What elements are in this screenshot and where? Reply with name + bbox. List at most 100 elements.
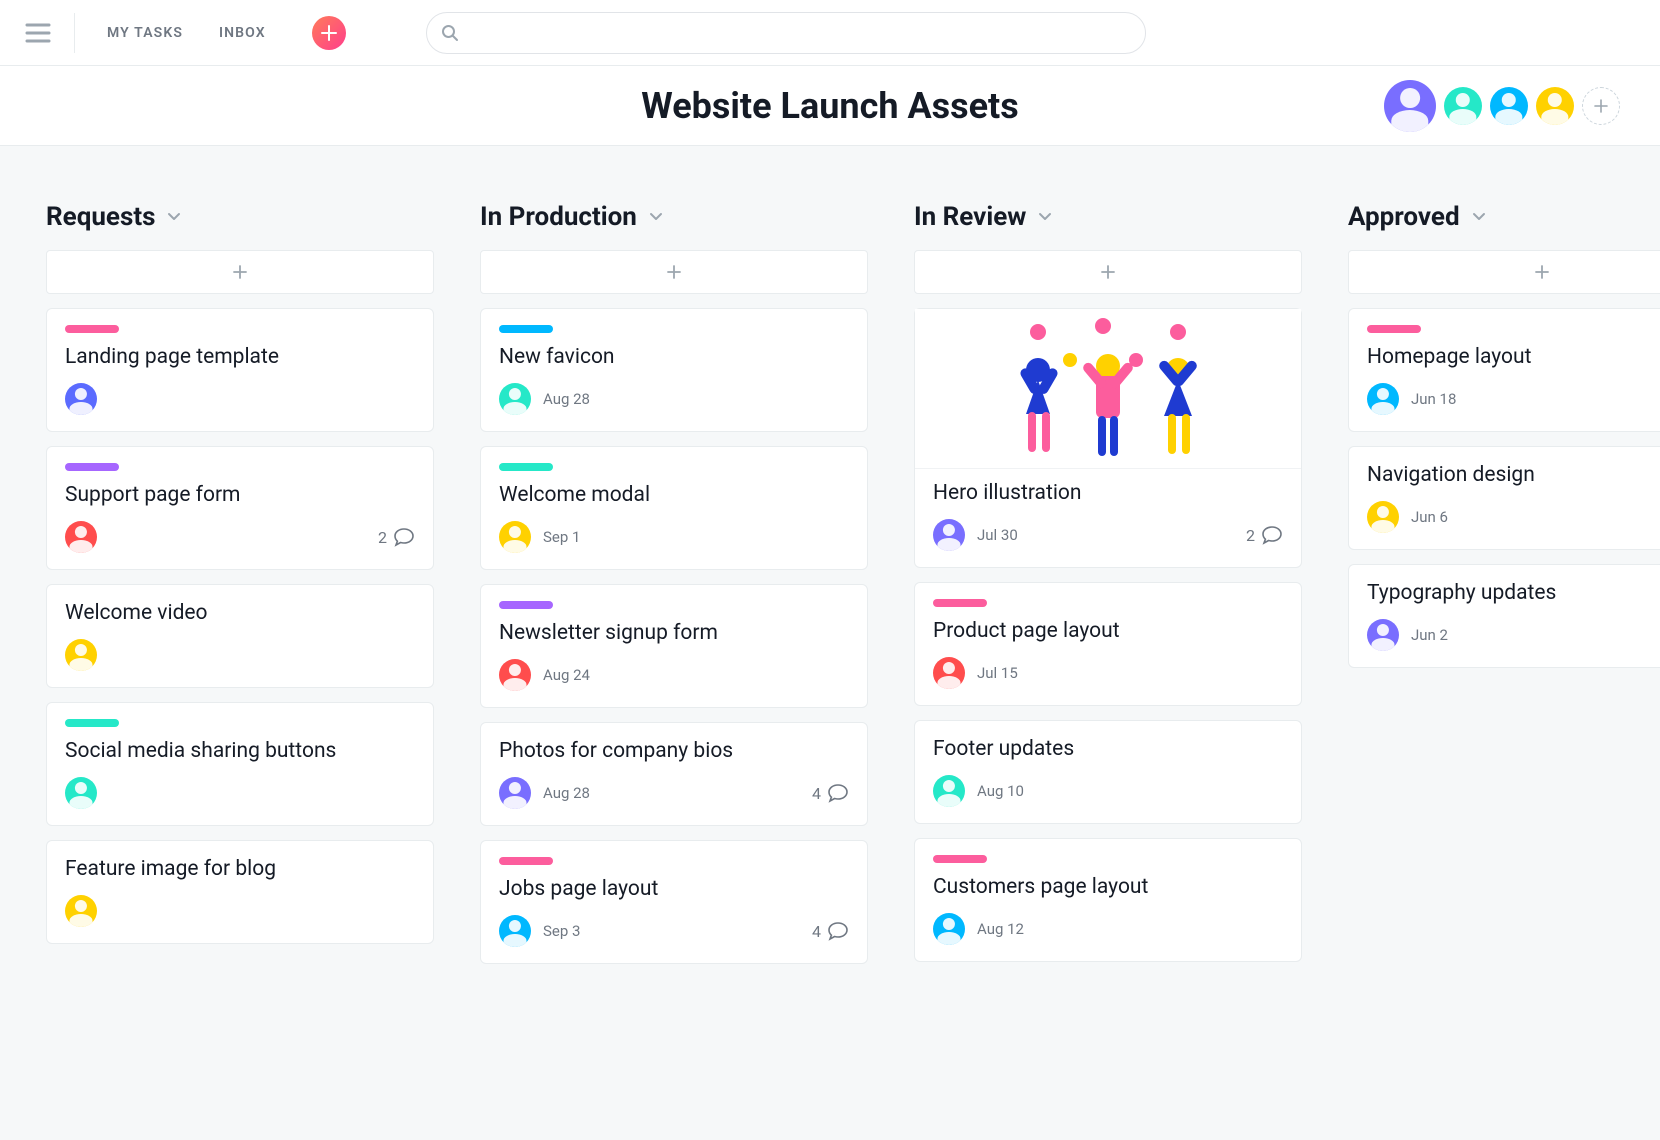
card-meta: Aug 28 [499, 383, 849, 415]
quick-add-button[interactable] [312, 16, 346, 50]
card-date: Jun 18 [1411, 390, 1456, 408]
task-card[interactable]: Footer updates Aug 10 [914, 720, 1302, 824]
add-card-button[interactable] [46, 250, 434, 294]
card-comments[interactable]: 2 [1246, 525, 1283, 545]
hamburger-icon [25, 23, 51, 43]
comment-icon [1261, 525, 1283, 545]
chevron-down-icon [167, 212, 181, 222]
plus-icon [232, 264, 248, 280]
card-date: Aug 28 [543, 390, 590, 408]
task-card[interactable]: Hero illustration Jul 302 [914, 308, 1302, 568]
column-header[interactable]: Requests [46, 202, 434, 232]
column-title: In Production [480, 202, 637, 232]
task-card[interactable]: Newsletter signup form Aug 24 [480, 584, 868, 708]
card-title: Homepage layout [1367, 345, 1660, 369]
task-card[interactable]: Landing page template [46, 308, 434, 432]
card-tag [499, 325, 553, 333]
assignee-avatar[interactable] [65, 383, 97, 415]
assignee-avatar[interactable] [1367, 501, 1399, 533]
comment-count: 2 [1246, 526, 1255, 545]
assignee-avatar[interactable] [499, 777, 531, 809]
assignee-avatar[interactable] [499, 383, 531, 415]
card-meta: Jun 2 [1367, 619, 1660, 651]
assignee-avatar[interactable] [499, 915, 531, 947]
add-card-button[interactable] [480, 250, 868, 294]
chevron-down-icon [1038, 212, 1052, 222]
add-member-button[interactable] [1582, 87, 1620, 125]
add-card-button[interactable] [914, 250, 1302, 294]
board-column: Requests Landing page template Support pa… [46, 202, 434, 958]
assignee-avatar[interactable] [933, 519, 965, 551]
task-card[interactable]: Photos for company bios Aug 284 [480, 722, 868, 826]
column-title: Approved [1348, 202, 1460, 232]
task-card[interactable]: Social media sharing buttons [46, 702, 434, 826]
assignee-avatar[interactable] [933, 913, 965, 945]
card-meta: Jun 6 [1367, 501, 1660, 533]
task-card[interactable]: Welcome modal Sep 1 [480, 446, 868, 570]
member-avatar[interactable] [1384, 80, 1436, 132]
member-avatar[interactable] [1536, 87, 1574, 125]
card-date: Sep 3 [543, 922, 580, 940]
assignee-avatar[interactable] [65, 521, 97, 553]
nav-my-tasks[interactable]: MY TASKS [89, 25, 201, 41]
card-date: Jun 6 [1411, 508, 1448, 526]
comment-count: 4 [812, 922, 821, 941]
add-card-button[interactable] [1348, 250, 1660, 294]
task-card[interactable]: Product page layout Jul 15 [914, 582, 1302, 706]
chevron-down-icon [649, 212, 663, 222]
assignee-avatar[interactable] [65, 639, 97, 671]
search-container [426, 12, 1146, 54]
card-tag [933, 599, 987, 607]
task-card[interactable]: Customers page layout Aug 12 [914, 838, 1302, 962]
card-meta: Aug 24 [499, 659, 849, 691]
assignee-avatar[interactable] [499, 521, 531, 553]
member-avatar[interactable] [1444, 87, 1482, 125]
card-title: Jobs page layout [499, 877, 849, 901]
column-header[interactable]: Approved [1348, 202, 1660, 232]
card-date: Jun 2 [1411, 626, 1448, 644]
assignee-avatar[interactable] [933, 657, 965, 689]
card-tag [65, 463, 119, 471]
card-title: Social media sharing buttons [65, 739, 415, 763]
card-date: Jul 30 [977, 526, 1018, 544]
card-comments[interactable]: 2 [378, 527, 415, 547]
assignee-avatar[interactable] [65, 895, 97, 927]
column-header[interactable]: In Production [480, 202, 868, 232]
task-card[interactable]: Typography updates Jun 2 [1348, 564, 1660, 668]
member-avatar[interactable] [1490, 87, 1528, 125]
column-header[interactable]: In Review [914, 202, 1302, 232]
card-meta: Aug 12 [933, 913, 1283, 945]
task-card[interactable]: Homepage layout Jun 18 [1348, 308, 1660, 432]
card-tag [933, 855, 987, 863]
card-title: Feature image for blog [65, 857, 415, 881]
plus-icon [1100, 264, 1116, 280]
comment-icon [827, 921, 849, 941]
menu-button[interactable] [16, 23, 60, 43]
assignee-avatar[interactable] [499, 659, 531, 691]
nav-inbox[interactable]: INBOX [201, 25, 284, 41]
comment-icon [827, 783, 849, 803]
task-card[interactable]: Jobs page layout Sep 3 4 [480, 840, 868, 964]
task-card[interactable]: Feature image for blog [46, 840, 434, 944]
assignee-avatar[interactable] [65, 777, 97, 809]
board-column: In Production New favicon Aug 28 Welcome m… [480, 202, 868, 978]
plus-icon [1594, 99, 1608, 113]
assignee-avatar[interactable] [933, 775, 965, 807]
card-meta [65, 895, 415, 927]
assignee-avatar[interactable] [1367, 383, 1399, 415]
plus-icon [666, 264, 682, 280]
board-column: Approved Homepage layout Jun 18 Navigation… [1348, 202, 1660, 682]
task-card[interactable]: Welcome video [46, 584, 434, 688]
card-comments[interactable]: 4 [812, 783, 849, 803]
search-bar[interactable] [426, 12, 1146, 54]
card-tag [499, 463, 553, 471]
card-tag [65, 325, 119, 333]
card-title: New favicon [499, 345, 849, 369]
task-card[interactable]: Navigation design Jun 6 [1348, 446, 1660, 550]
assignee-avatar[interactable] [1367, 619, 1399, 651]
search-input[interactable] [469, 24, 1131, 41]
task-card[interactable]: New favicon Aug 28 [480, 308, 868, 432]
card-comments[interactable]: 4 [812, 921, 849, 941]
task-card[interactable]: Support page form 2 [46, 446, 434, 570]
card-meta [65, 777, 415, 809]
